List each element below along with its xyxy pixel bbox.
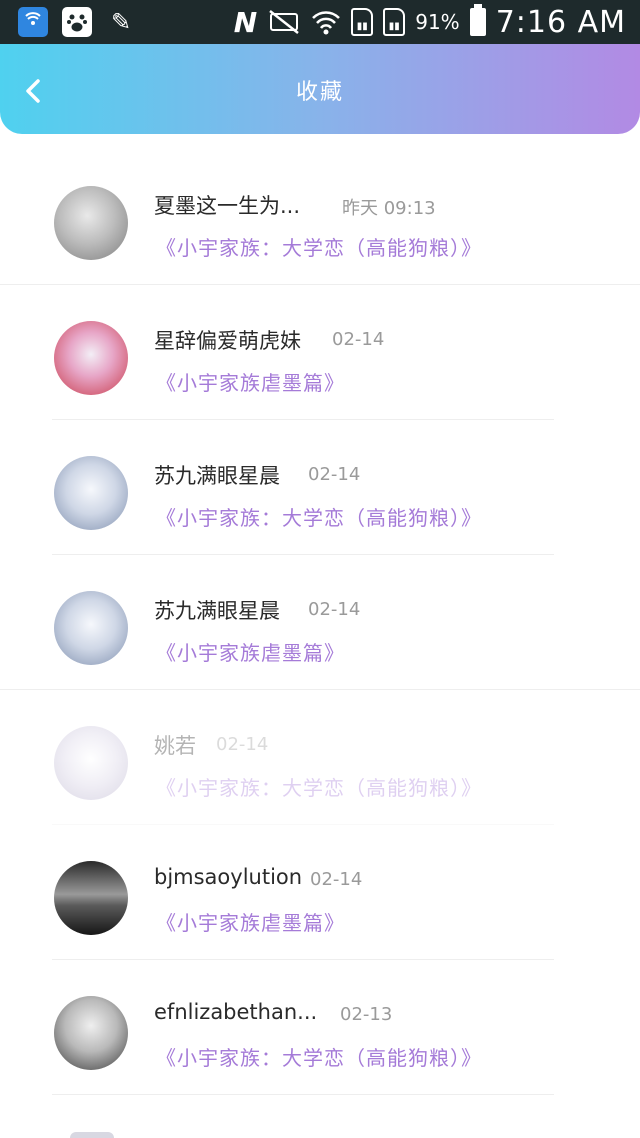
item-book-title[interactable]: 《小宇家族：大学恋（高能狗粮）》 [156, 772, 482, 801]
sim2-icon: ▮▮ [383, 8, 406, 36]
avatar [54, 321, 128, 395]
item-book-title[interactable]: 《小宇家族虐墨篇》 [156, 637, 345, 666]
status-bar-left: ✎ [18, 7, 136, 37]
avatar [54, 186, 128, 260]
pen-icon: ✎ [110, 8, 132, 36]
favorites-list: 夏墨这一生为... 昨天 09:13 《小宇家族：大学恋（高能狗粮）》 星辞偏爱… [0, 150, 640, 1095]
avatar [70, 1132, 114, 1138]
item-time: 02-13 [340, 1004, 393, 1025]
battery-icon [469, 4, 486, 36]
chevron-left-icon [26, 79, 40, 103]
item-time: 02-14 [308, 599, 361, 620]
list-item[interactable]: bjmsaoylution 02-14 《小宇家族虐墨篇》 [0, 825, 640, 960]
list-item[interactable]: 星辞偏爱萌虎妹 02-14 《小宇家族虐墨篇》 [0, 285, 640, 420]
status-bar: ✎ N ▮▮ ▮▮ 91% 7:16 AM [0, 0, 640, 44]
item-time: 02-14 [310, 869, 363, 890]
baidu-icon [62, 7, 92, 37]
item-book-title[interactable]: 《小宇家族：大学恋（高能狗粮）》 [156, 502, 482, 531]
clock: 7:16 AM [495, 4, 626, 40]
item-book-title[interactable]: 《小宇家族：大学恋（高能狗粮）》 [156, 232, 482, 261]
wifi-key-app-icon [18, 7, 48, 37]
list-item[interactable]: efnlizabethan... 02-13 《小宇家族：大学恋（高能狗粮）》 [0, 960, 640, 1095]
item-username: 姚若 [154, 734, 196, 758]
nfc-icon: N [233, 5, 258, 39]
status-bar-right: N ▮▮ ▮▮ 91% 7:16 AM [233, 4, 626, 40]
item-book-title[interactable]: 《小宇家族：大学恋（高能狗粮）》 [156, 1042, 482, 1071]
avatar [54, 996, 128, 1070]
page-title: 收藏 [295, 80, 344, 105]
wifi-icon [312, 11, 341, 35]
item-username: 夏墨这一生为... [154, 194, 301, 218]
list-item[interactable]: 夏墨这一生为... 昨天 09:13 《小宇家族：大学恋（高能狗粮）》 [0, 150, 640, 285]
header-bar: 收藏 [0, 44, 640, 134]
item-book-title[interactable]: 《小宇家族虐墨篇》 [156, 367, 345, 396]
list-item[interactable]: 苏九满眼星晨 02-14 《小宇家族虐墨篇》 [0, 555, 640, 690]
list-item[interactable]: 苏九满眼星晨 02-14 《小宇家族：大学恋（高能狗粮）》 [0, 420, 640, 555]
item-username: 星辞偏爱萌虎妹 [154, 329, 301, 353]
item-time: 昨天 09:13 [342, 198, 436, 219]
battery-percent: 91% [415, 10, 460, 34]
divider [52, 1094, 554, 1095]
item-username: bjmsaoylution [154, 865, 303, 889]
back-button[interactable] [18, 76, 48, 106]
sim1-icon: ▮▮ [351, 8, 374, 36]
avatar [54, 726, 128, 800]
avatar [54, 456, 128, 530]
item-username: efnlizabethan... [154, 1000, 318, 1024]
item-time: 02-14 [308, 464, 361, 485]
item-time: 02-14 [216, 734, 269, 755]
mute-icon [269, 10, 300, 34]
item-username: 苏九满眼星晨 [154, 464, 280, 488]
item-time: 02-14 [332, 329, 385, 350]
avatar [54, 861, 128, 935]
item-username: 苏九满眼星晨 [154, 599, 280, 623]
list-item[interactable]: 姚若 02-14 《小宇家族：大学恋（高能狗粮）》 [0, 690, 640, 825]
item-book-title[interactable]: 《小宇家族虐墨篇》 [156, 907, 345, 936]
avatar [54, 591, 128, 665]
